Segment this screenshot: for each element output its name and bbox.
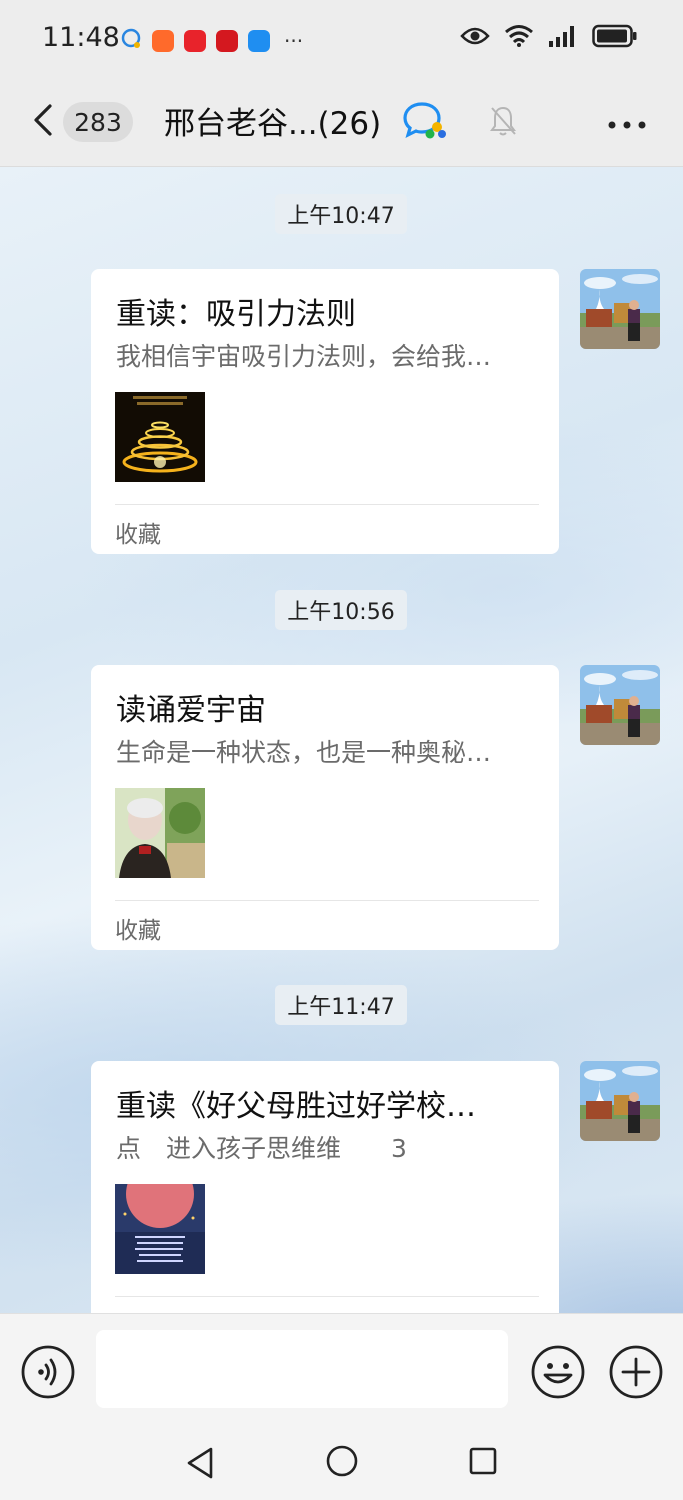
card-title: 重读《好父母胜过好学校… [116, 1089, 476, 1124]
card-divider [115, 1296, 539, 1297]
plus-icon[interactable] [608, 1344, 664, 1404]
unread-count-badge[interactable]: 283 [63, 102, 133, 142]
chat-message-list[interactable]: 上午10:47 重读：吸引力法则 我相信宇宙吸引力法则，会给我… 收藏 上午10… [0, 167, 683, 1313]
app-blue-icon [248, 30, 270, 52]
chat-title[interactable]: 邢台老谷...(26) [164, 98, 381, 143]
wifi-icon [504, 24, 534, 52]
battery-icon [592, 24, 638, 52]
avatar[interactable] [580, 1061, 660, 1141]
card-description: 点 进入孩子思维维 3 [116, 1134, 407, 1163]
app-orange-icon [152, 30, 174, 52]
golden-spiral-thumbnail [115, 392, 205, 482]
favorite-card-message[interactable]: 重读《好父母胜过好学校… 点 进入孩子思维维 3 收藏 [91, 1061, 559, 1313]
system-indicators [460, 24, 638, 52]
system-nav-bar [0, 1426, 683, 1500]
card-source-label: 收藏 [115, 522, 161, 548]
mute-bell-icon [488, 104, 518, 142]
signal-icon [548, 25, 578, 51]
app-red-icon [184, 30, 206, 52]
nav-recent-apps-icon[interactable] [468, 1446, 498, 1480]
card-title: 读诵爱宇宙 [116, 693, 266, 728]
nav-back-icon[interactable] [185, 1446, 215, 1484]
more-options-icon[interactable] [606, 116, 648, 135]
elderly-woman-photo-thumbnail [115, 788, 205, 878]
card-source-label: 收藏 [115, 918, 161, 944]
card-title: 重读：吸引力法则 [116, 297, 356, 332]
emoji-icon[interactable] [530, 1344, 586, 1404]
group-chat-bubble-icon [402, 100, 448, 144]
message-timestamp: 上午11:47 [275, 985, 407, 1025]
chat-header: 283 邢台老谷...(26) [0, 78, 683, 167]
message-input[interactable] [96, 1330, 508, 1408]
nav-home-icon[interactable] [325, 1444, 359, 1482]
favorite-card-message[interactable]: 重读：吸引力法则 我相信宇宙吸引力法则，会给我… 收藏 [91, 269, 559, 554]
avatar[interactable] [580, 665, 660, 745]
favorite-card-message[interactable]: 读诵爱宇宙 生命是一种状态，也是一种奥秘… 收藏 [91, 665, 559, 950]
input-bar [0, 1313, 683, 1427]
eye-icon [460, 26, 490, 50]
card-description: 生命是一种状态，也是一种奥秘… [116, 738, 492, 767]
notification-icons: ··· [120, 28, 303, 54]
chat-bubble-icon [120, 28, 142, 54]
blue-poster-thumbnail [115, 1184, 205, 1274]
card-divider [115, 504, 539, 505]
avatar[interactable] [580, 269, 660, 349]
back-arrow-icon[interactable] [28, 100, 58, 140]
card-description: 我相信宇宙吸引力法则，会给我… [116, 342, 492, 371]
message-timestamp: 上午10:47 [275, 194, 407, 234]
card-divider [115, 900, 539, 901]
status-time: 11:48 [42, 22, 120, 53]
more-notifications-indicator: ··· [284, 29, 304, 53]
message-timestamp: 上午10:56 [275, 590, 407, 630]
voice-input-icon[interactable] [20, 1344, 76, 1404]
app-heart-icon [216, 30, 238, 52]
status-bar: 11:48 ··· [0, 0, 683, 78]
